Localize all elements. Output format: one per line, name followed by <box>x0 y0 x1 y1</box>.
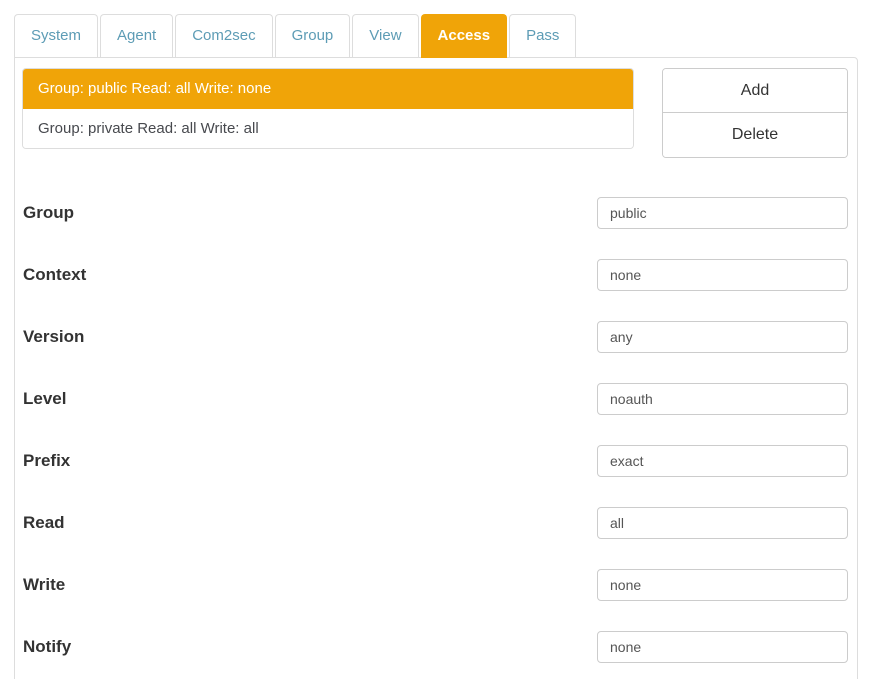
tab-com2sec[interactable]: Com2sec <box>175 14 272 57</box>
tab-agent[interactable]: Agent <box>100 14 173 57</box>
tab-system[interactable]: System <box>14 14 98 57</box>
form-row-prefix: Prefix <box>22 445 848 477</box>
add-button[interactable]: Add <box>663 69 847 113</box>
prefix-input[interactable] <box>597 445 848 477</box>
write-label: Write <box>22 575 65 595</box>
group-label: Group <box>22 203 74 223</box>
access-rules-list: Group: public Read: all Write: none Grou… <box>22 68 634 149</box>
access-tab-panel: Group: public Read: all Write: none Grou… <box>14 57 858 679</box>
form-row-version: Version <box>22 321 848 353</box>
list-item[interactable]: Group: private Read: all Write: all <box>23 109 633 148</box>
group-input[interactable] <box>597 197 848 229</box>
form-row-read: Read <box>22 507 848 539</box>
list-item[interactable]: Group: public Read: all Write: none <box>23 69 633 109</box>
access-form: Group Context Version Level Prefix Read … <box>22 197 848 663</box>
form-row-notify: Notify <box>22 631 848 663</box>
notify-label: Notify <box>22 637 71 657</box>
tab-access[interactable]: Access <box>421 14 508 58</box>
level-label: Level <box>22 389 66 409</box>
context-input[interactable] <box>597 259 848 291</box>
access-list-row: Group: public Read: all Write: none Grou… <box>22 68 848 158</box>
tab-pass[interactable]: Pass <box>509 14 576 57</box>
level-input[interactable] <box>597 383 848 415</box>
tab-group[interactable]: Group <box>275 14 351 57</box>
tab-view[interactable]: View <box>352 14 418 57</box>
form-row-group: Group <box>22 197 848 229</box>
read-input[interactable] <box>597 507 848 539</box>
context-label: Context <box>22 265 86 285</box>
notify-input[interactable] <box>597 631 848 663</box>
form-row-context: Context <box>22 259 848 291</box>
delete-button[interactable]: Delete <box>663 113 847 157</box>
prefix-label: Prefix <box>22 451 70 471</box>
version-input[interactable] <box>597 321 848 353</box>
write-input[interactable] <box>597 569 848 601</box>
read-label: Read <box>22 513 65 533</box>
version-label: Version <box>22 327 84 347</box>
form-row-write: Write <box>22 569 848 601</box>
tab-bar: System Agent Com2sec Group View Access P… <box>14 14 576 58</box>
form-row-level: Level <box>22 383 848 415</box>
list-action-buttons: Add Delete <box>662 68 848 158</box>
